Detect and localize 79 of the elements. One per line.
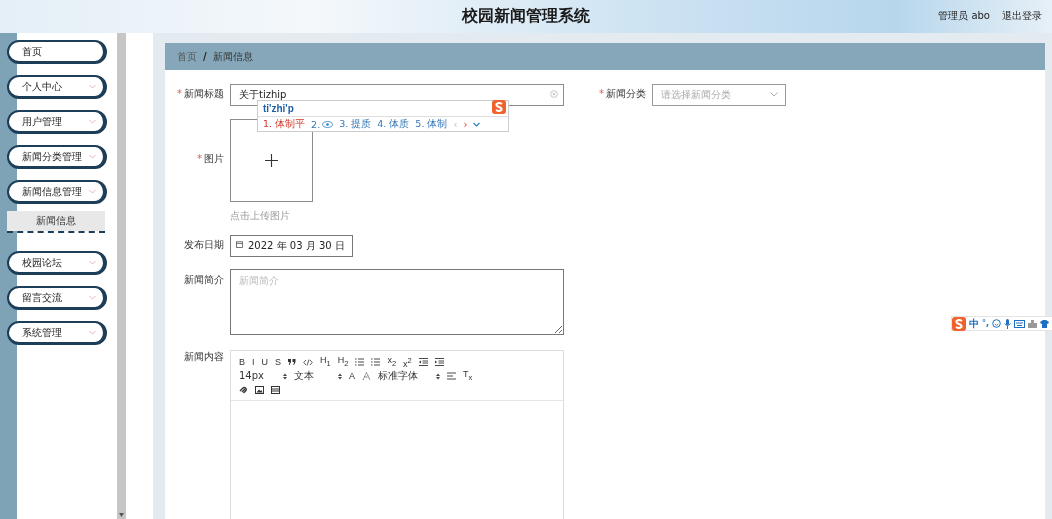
ime-candidate[interactable]: 1. 体制平 (263, 117, 306, 131)
rich-text-editor[interactable]: B I U S H$_{1}$ H$_{2}$ x$_{2}$ x$^{2}$ 14px 文本 A 标准字体 T$_{x}$ (230, 350, 564, 519)
logout-link[interactable]: 退出登录 (1002, 9, 1042, 23)
chevron-icon (89, 154, 96, 159)
format-button[interactable]: T$_{x}$ (463, 368, 473, 384)
chevron-icon (89, 260, 96, 265)
shirt-icon[interactable] (1040, 319, 1050, 328)
field-label: 新闻简介 (183, 273, 224, 287)
ime-logo-icon[interactable] (952, 316, 966, 331)
keyboard-icon[interactable] (1014, 319, 1026, 328)
scroll-down-arrow-icon[interactable] (119, 513, 124, 517)
ime-candidate[interactable]: 4. 体质 (377, 117, 410, 131)
chevron-icon (89, 189, 96, 194)
image-icon[interactable] (255, 386, 264, 394)
outdent-icon[interactable] (418, 358, 428, 366)
menu-item[interactable]: 留言交流 (7, 286, 107, 310)
submenu-item[interactable]: 新闻信息 (7, 211, 105, 231)
user-name: 管理员 abo (938, 9, 990, 23)
up-down-arrows-icon (436, 372, 440, 380)
indent-icon[interactable] (434, 358, 444, 366)
ime-composition: ti'zhi'p (263, 103, 294, 114)
up-down-arrows-icon (283, 372, 287, 380)
eye-icon (322, 120, 334, 128)
toolbar-select[interactable]: 14px (239, 370, 287, 382)
highlight-icon[interactable] (362, 371, 371, 381)
breadcrumb-link[interactable]: 新闻信息 (212, 49, 253, 64)
up-down-arrows-icon (338, 372, 342, 380)
smiley-icon[interactable] (992, 319, 1002, 328)
field-label: * 新闻分类 (598, 87, 646, 101)
format-button[interactable]: U (261, 356, 269, 368)
menu-item[interactable]: 校园论坛 (7, 251, 107, 275)
code-icon[interactable] (303, 358, 314, 366)
format-button[interactable]: H$_{2}$ (337, 354, 349, 370)
toolbar-select[interactable]: 标准字体 (378, 370, 440, 382)
upload-hint: 点击上传图片 (230, 209, 291, 223)
chevron-icon (89, 295, 96, 300)
toolbox-icon[interactable] (1028, 319, 1038, 328)
breadcrumb-separator: / (203, 51, 207, 62)
scrollbar[interactable] (117, 33, 126, 519)
plus-icon (265, 154, 278, 167)
microphone-icon[interactable] (1004, 318, 1012, 329)
menu-item[interactable]: 个人中心 (7, 75, 107, 99)
chevron-icon (89, 84, 96, 89)
ime-candidate[interactable]: 2. (311, 118, 334, 130)
menu-item[interactable]: 首页 (7, 40, 107, 64)
menu-item[interactable]: 用户管理 (7, 110, 107, 134)
format-button[interactable]: x$_{2}$ (387, 354, 397, 370)
field-label: * 图片 (196, 152, 224, 166)
ime-page-arrow[interactable]: › (463, 118, 468, 130)
expand-icon[interactable] (473, 121, 481, 127)
video-icon[interactable] (271, 386, 280, 394)
format-button[interactable]: S (275, 356, 282, 368)
link-icon[interactable] (239, 385, 248, 395)
menu-item[interactable]: 新闻分类管理 (7, 145, 107, 169)
date-field[interactable]: 2022 年 03 月 30 日 (230, 235, 353, 257)
bullet-list-icon[interactable] (371, 358, 381, 366)
app-title: 校园新闻管理系统 (462, 6, 590, 26)
ime-candidate[interactable]: 5. 体制 (415, 117, 448, 131)
format-button[interactable]: x$^{2}$ (403, 354, 412, 370)
chevron-icon (89, 119, 96, 124)
punctuation-toggle[interactable]: °, (982, 319, 990, 328)
format-button[interactable]: H$_{1}$ (320, 354, 331, 370)
chevron-icon (770, 92, 778, 97)
category-select[interactable]: 请选择新闻分类 (652, 83, 786, 106)
align-icon[interactable] (447, 372, 456, 380)
format-button[interactable]: I (252, 356, 255, 368)
field-label: * 新闻标题 (177, 87, 224, 101)
format-button[interactable]: A (349, 370, 355, 382)
toolbar-select[interactable]: 文本 (294, 370, 342, 382)
numbered-list-icon[interactable] (355, 358, 365, 366)
field-label: 新闻内容 (183, 350, 224, 364)
field-label: 发布日期 (183, 238, 224, 252)
menu-item[interactable]: 新闻信息管理 (7, 180, 107, 204)
input-mode-toggle[interactable]: 中 (969, 316, 979, 331)
ime-candidate[interactable]: 3. 提质 (339, 117, 372, 131)
menu-item[interactable]: 系统管理 (7, 321, 107, 345)
format-button[interactable]: B (239, 356, 245, 368)
chevron-icon (89, 330, 96, 335)
quote-icon[interactable] (288, 359, 297, 365)
